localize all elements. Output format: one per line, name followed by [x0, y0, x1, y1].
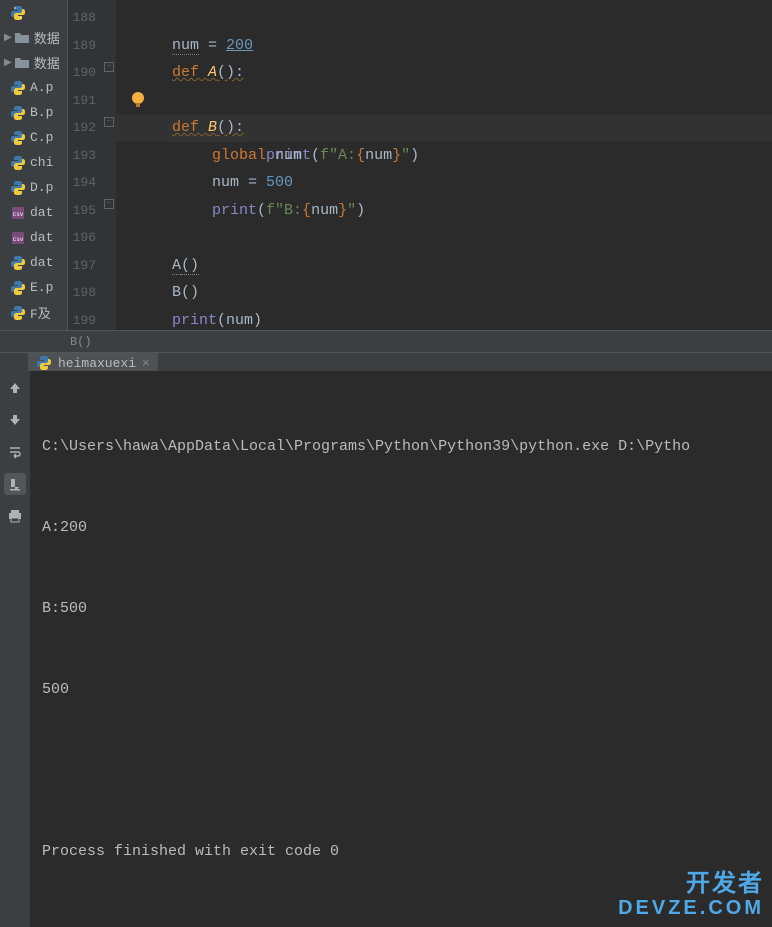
csv-icon: csv [10, 230, 26, 246]
tree-item[interactable] [0, 0, 67, 25]
python-icon [36, 355, 52, 371]
tree-label: B.p [30, 105, 53, 120]
python-icon [10, 155, 26, 171]
tree-label: A.p [30, 80, 53, 95]
top-pane: ▶ 数据 ▶ 数据 A.p B.p C.p chi D.p [0, 0, 772, 330]
line-number: 191 [68, 87, 96, 115]
code-line[interactable]: B() [120, 279, 772, 307]
console-output[interactable]: C:\Users\hawa\AppData\Local\Programs\Pyt… [30, 371, 772, 927]
breadcrumb-bar[interactable]: B() [0, 330, 772, 352]
fold-marker-icon[interactable]: − [104, 117, 114, 127]
folder-icon [14, 55, 30, 71]
arrow-up-icon[interactable] [4, 377, 26, 399]
code-line[interactable]: print(f"B:{num}") [120, 197, 772, 225]
python-icon [10, 305, 26, 321]
fold-marker-icon[interactable]: − [104, 199, 114, 209]
code-editor[interactable]: num = 200 def A(): print(f"A:{num}") def… [116, 0, 772, 330]
code-line[interactable] [120, 4, 772, 32]
run-content: C:\Users\hawa\AppData\Local\Programs\Pyt… [0, 371, 772, 927]
code-line[interactable]: print(num) [120, 307, 772, 331]
tree-label: chi [30, 155, 53, 170]
scroll-to-end-icon[interactable] [4, 473, 26, 495]
chevron-icon: ▶ [4, 57, 12, 69]
line-number: 197 [68, 252, 96, 280]
tree-item[interactable]: A.p [0, 75, 67, 100]
breadcrumb[interactable]: B() [70, 335, 92, 349]
tree-item[interactable]: ▶ 数据 [0, 50, 67, 75]
intention-bulb-icon[interactable] [128, 90, 148, 110]
tree-item[interactable]: ▶ 数据 [0, 25, 67, 50]
fold-gutter[interactable]: − − − [104, 0, 116, 330]
line-number: 199 [68, 307, 96, 331]
code-line[interactable]: def A(): [120, 59, 772, 87]
svg-text:csv: csv [13, 236, 24, 243]
tree-item[interactable]: chi [0, 150, 67, 175]
line-number-gutter[interactable]: 188 189 190 191 192 193 194 195 196 197 … [68, 0, 104, 330]
chevron-icon: ▶ [4, 32, 12, 44]
tree-item[interactable]: dat [0, 250, 67, 275]
code-line[interactable]: num = 200 [120, 32, 772, 60]
console-line [42, 757, 760, 784]
line-number: 194 [68, 169, 96, 197]
tree-label: E.p [30, 280, 53, 295]
line-number: 192 [68, 114, 96, 142]
run-panel: heimaxuexi × C:\Users\hawa\AppData\Local… [0, 352, 772, 562]
code-line[interactable]: def B(): [120, 114, 772, 142]
soft-wrap-icon[interactable] [4, 441, 26, 463]
tree-label: 数据 [34, 28, 60, 47]
tree-item[interactable]: csv dat [0, 200, 67, 225]
tree-label: 数据 [34, 53, 60, 72]
python-icon [10, 180, 26, 196]
tree-label: C.p [30, 130, 53, 145]
line-number: 190 [68, 59, 96, 87]
console-line: A:200 [42, 514, 760, 541]
python-icon [10, 5, 26, 21]
console-line: 500 [42, 676, 760, 703]
code-line[interactable] [120, 224, 772, 252]
svg-text:csv: csv [13, 211, 24, 218]
console-line: B:500 [42, 595, 760, 622]
tree-label: dat [30, 255, 53, 270]
line-number: 196 [68, 224, 96, 252]
close-icon[interactable]: × [142, 356, 150, 371]
run-tab[interactable]: heimaxuexi × [28, 353, 158, 371]
csv-icon: csv [10, 205, 26, 221]
run-tab-bar: heimaxuexi × [0, 353, 772, 371]
tree-item[interactable]: csv dat [0, 225, 67, 250]
python-icon [10, 105, 26, 121]
run-tab-label: heimaxuexi [58, 356, 136, 371]
tree-label: dat [30, 230, 53, 245]
tree-item[interactable]: D.p [0, 175, 67, 200]
fold-marker-icon[interactable]: − [104, 62, 114, 72]
code-line[interactable]: print(f"A:{num}") [120, 87, 772, 115]
tree-item[interactable]: C.p [0, 125, 67, 150]
folder-icon [14, 30, 30, 46]
tree-label: F及 [30, 303, 51, 322]
tree-item[interactable]: B.p [0, 100, 67, 125]
line-number: 195 [68, 197, 96, 225]
project-tree[interactable]: ▶ 数据 ▶ 数据 A.p B.p C.p chi D.p [0, 0, 68, 330]
arrow-down-icon[interactable] [4, 409, 26, 431]
python-icon [10, 80, 26, 96]
run-toolbar [0, 371, 30, 927]
python-icon [10, 255, 26, 271]
line-number: 188 [68, 4, 96, 32]
tree-item[interactable]: E.p [0, 275, 67, 300]
print-icon[interactable] [4, 505, 26, 527]
console-command: C:\Users\hawa\AppData\Local\Programs\Pyt… [42, 433, 760, 460]
tree-label: dat [30, 205, 53, 220]
tree-item[interactable]: F及 [0, 300, 67, 325]
code-line[interactable]: A() [120, 252, 772, 280]
code-line[interactable]: global num [120, 142, 772, 170]
line-number: 189 [68, 32, 96, 60]
python-icon [10, 130, 26, 146]
line-number: 193 [68, 142, 96, 170]
line-number: 198 [68, 279, 96, 307]
console-exit: Process finished with exit code 0 [42, 838, 760, 865]
code-line[interactable]: num = 500 [120, 169, 772, 197]
tree-label: D.p [30, 180, 53, 195]
python-icon [10, 280, 26, 296]
